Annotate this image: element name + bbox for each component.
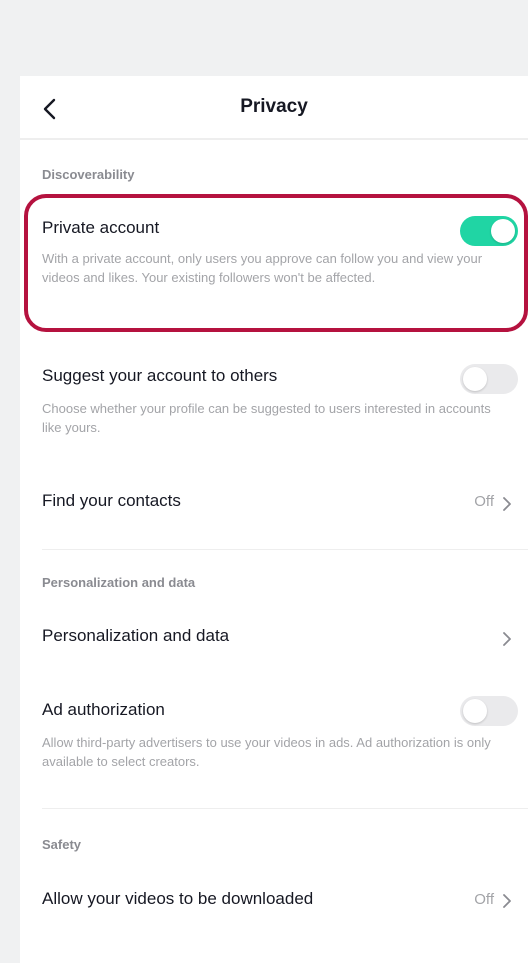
suggest-account-toggle[interactable] bbox=[460, 364, 518, 394]
download-videos-value: Off bbox=[474, 891, 494, 908]
download-videos-label: Allow your videos to be downloaded bbox=[42, 889, 314, 908]
chevron-right-icon bbox=[503, 894, 511, 908]
personalization-row[interactable]: Personalization and data bbox=[20, 613, 528, 661]
privacy-screen: Privacy Discoverability Private account … bbox=[20, 76, 528, 963]
suggest-account-row[interactable]: Suggest your account to others Choose wh… bbox=[20, 356, 528, 446]
personalization-label: Personalization and data bbox=[42, 626, 230, 645]
ad-authorization-toggle[interactable] bbox=[460, 696, 518, 726]
navigation-bar: Privacy bbox=[20, 76, 528, 140]
section-divider bbox=[42, 808, 528, 809]
private-account-row[interactable]: Private account With a private account, … bbox=[20, 204, 528, 324]
section-header-discoverability: Discoverability bbox=[42, 167, 135, 182]
chevron-right-icon bbox=[503, 632, 511, 646]
toggle-knob bbox=[491, 219, 515, 243]
toggle-knob bbox=[463, 699, 487, 723]
private-account-toggle[interactable] bbox=[460, 216, 518, 246]
section-header-personalization: Personalization and data bbox=[42, 575, 196, 590]
page-title: Privacy bbox=[240, 96, 308, 117]
private-account-label: Private account bbox=[42, 218, 160, 237]
ad-authorization-row[interactable]: Ad authorization Allow third-party adver… bbox=[20, 688, 528, 778]
find-contacts-row[interactable]: Find your contacts Off bbox=[20, 480, 528, 524]
section-divider bbox=[42, 549, 528, 550]
download-videos-row[interactable]: Allow your videos to be downloaded Off bbox=[20, 876, 528, 922]
ad-authorization-description: Allow third-party advertisers to use you… bbox=[42, 735, 491, 769]
find-contacts-label: Find your contacts bbox=[42, 491, 181, 510]
find-contacts-value: Off bbox=[474, 493, 494, 510]
suggest-account-description: Choose whether your profile can be sugge… bbox=[42, 401, 491, 435]
ad-authorization-label: Ad authorization bbox=[42, 700, 165, 719]
chevron-right-icon bbox=[503, 497, 511, 511]
suggest-account-label: Suggest your account to others bbox=[42, 366, 278, 385]
private-account-description: With a private account, only users you a… bbox=[42, 251, 483, 285]
section-header-safety: Safety bbox=[42, 837, 82, 852]
toggle-knob bbox=[463, 367, 487, 391]
